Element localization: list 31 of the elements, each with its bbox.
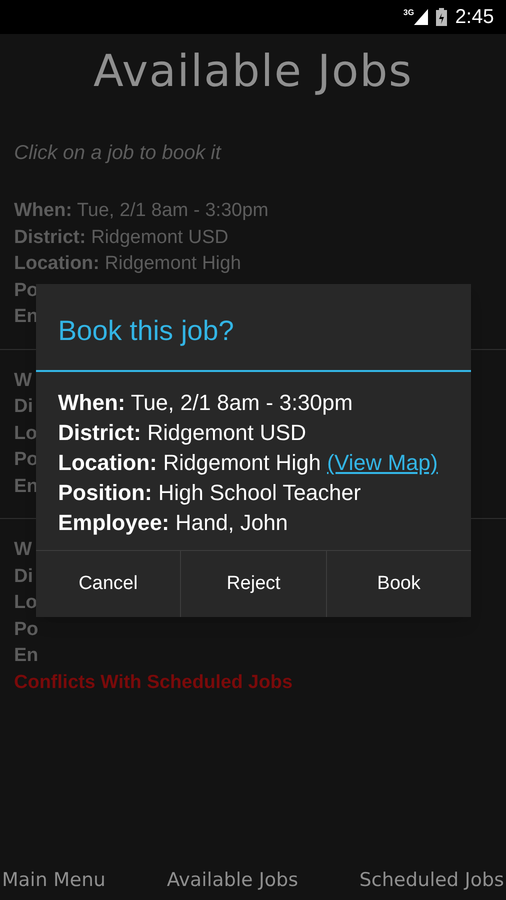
signal-icon <box>414 9 428 25</box>
job-detail-line: When: Tue, 2/1 8am - 3:30pm <box>14 199 268 223</box>
job-detail-line: En <box>14 644 38 668</box>
nav-tab[interactable]: Available Jobs <box>166 866 298 894</box>
job-detail-line: When: Tue, 2/1 8am - 3:30pm <box>58 389 354 417</box>
job-detail-line: Position: High School Teacher <box>58 479 362 507</box>
view-map-link[interactable]: (View Map) <box>327 450 438 475</box>
dialog-button[interactable]: Reject <box>180 551 326 617</box>
conflict-warning: Conflicts With Scheduled Jobs <box>14 670 293 694</box>
battery-icon <box>436 8 448 26</box>
job-detail-line: Location: Ridgemont High <box>14 252 242 276</box>
job-detail-line: Lo <box>14 591 38 615</box>
dialog-button[interactable]: Cancel <box>36 551 180 617</box>
job-detail-line: Di <box>14 564 33 588</box>
dialog-title: Book this job? <box>57 314 235 348</box>
network-label: 3G <box>403 9 414 17</box>
job-detail-line: Lo <box>14 422 38 446</box>
job-detail-line: Location: Ridgemont High (View Map) <box>58 449 439 477</box>
job-detail-line: District: Ridgemont USD <box>58 419 308 447</box>
instruction-text: Click on a job to book it <box>14 141 221 166</box>
job-detail-line: Di <box>14 395 33 419</box>
page-title: Available Jobs <box>93 45 413 99</box>
job-detail-line: Po <box>14 618 38 642</box>
nav-tab[interactable]: Main Menu <box>2 866 106 894</box>
nav-tab[interactable]: Scheduled Jobs <box>359 866 504 894</box>
job-detail-line: District: Ridgemont USD <box>14 226 228 250</box>
job-detail-line: W <box>14 538 32 562</box>
dialog-button[interactable]: Book <box>326 551 471 617</box>
job-detail-line: Employee: Hand, John <box>58 509 289 537</box>
job-detail-line: W <box>14 368 32 392</box>
clock-time: 2:45 <box>455 5 494 30</box>
